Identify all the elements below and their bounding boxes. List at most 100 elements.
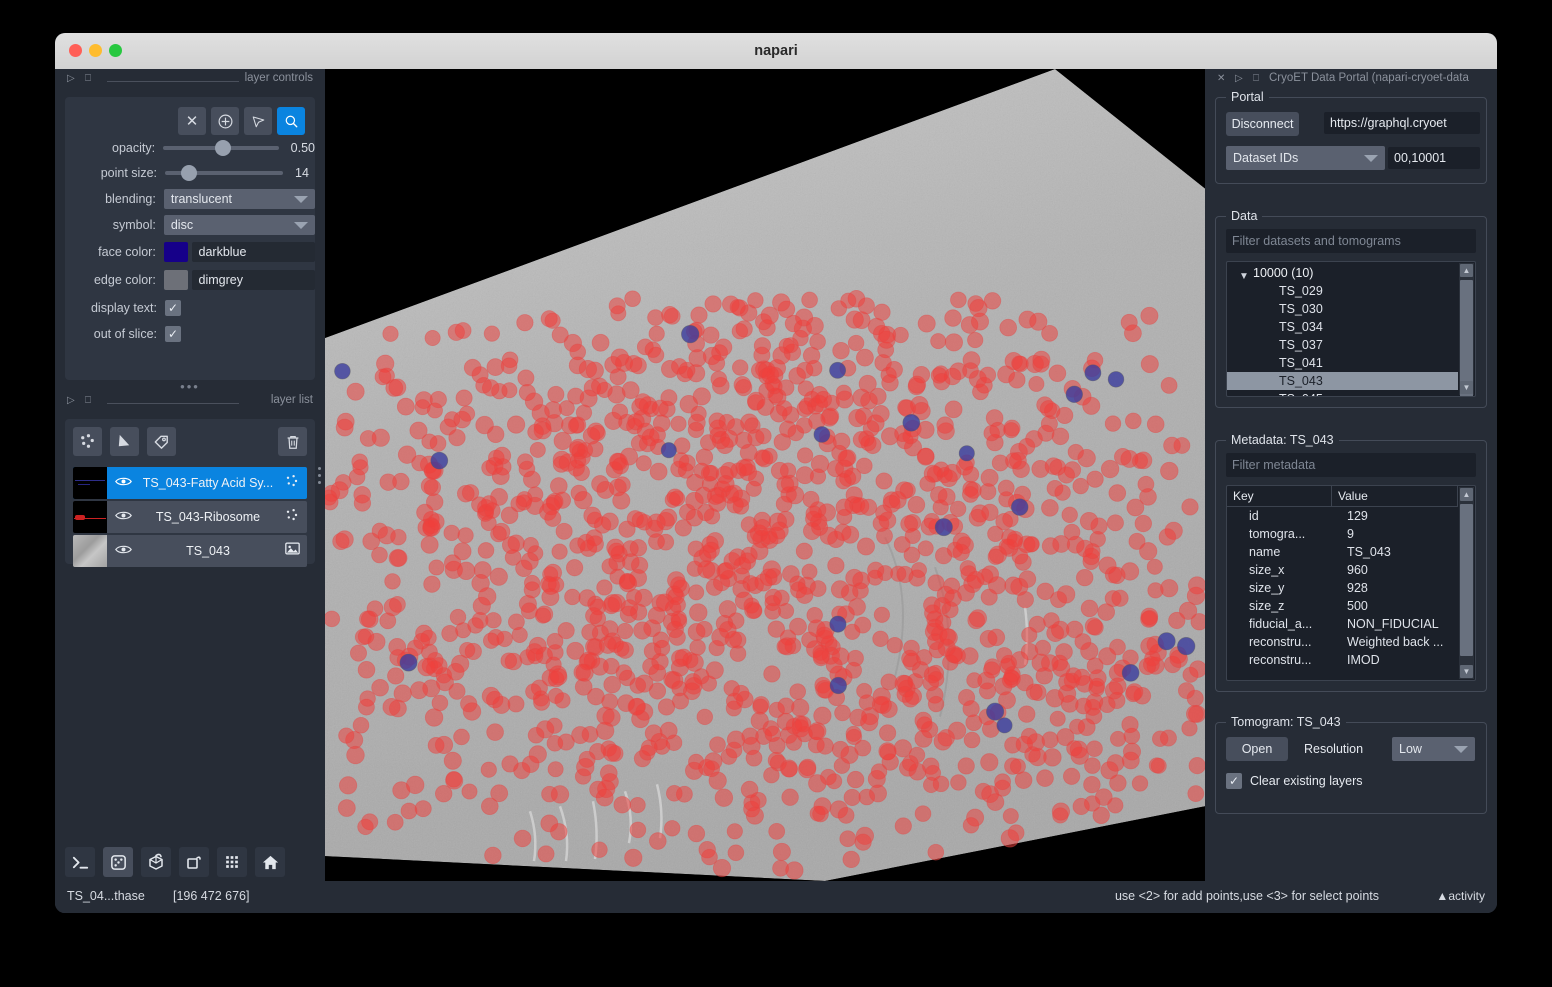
table-row[interactable]: id 129 xyxy=(1227,507,1458,525)
clear-existing-layers-row[interactable]: ✓ Clear existing layers xyxy=(1226,773,1363,789)
point-size-slider-knob[interactable] xyxy=(181,165,197,181)
layer-name-label: TS_043 xyxy=(186,544,230,558)
new-points-layer-button[interactable] xyxy=(73,427,102,456)
viewer-canvas-area[interactable] xyxy=(317,69,1213,881)
table-row[interactable]: reconstru... Weighted back ... xyxy=(1227,633,1458,651)
face-color-swatch[interactable] xyxy=(163,242,188,262)
scrollbar-thumb[interactable] xyxy=(1460,280,1473,396)
delete-layer-button[interactable] xyxy=(278,427,307,456)
tree-item-ts-030[interactable]: TS_030 xyxy=(1227,300,1458,318)
grid-view-button[interactable] xyxy=(217,847,247,877)
scrollbar-thumb[interactable] xyxy=(1460,504,1473,656)
filter-kind-select[interactable]: Dataset IDs xyxy=(1226,146,1385,170)
home-reset-view-button[interactable] xyxy=(255,847,285,877)
portal-group-title: Portal xyxy=(1226,90,1269,104)
roll-dims-icon xyxy=(110,854,126,870)
data-group-title: Data xyxy=(1226,209,1263,223)
table-row[interactable] xyxy=(1227,669,1458,680)
table-row[interactable]: name TS_043 xyxy=(1227,543,1458,561)
scroll-up-icon[interactable]: ▲ xyxy=(1460,264,1473,277)
tree-item-ts-037[interactable]: TS_037 xyxy=(1227,336,1458,354)
disconnect-button[interactable]: Disconnect xyxy=(1226,112,1299,136)
dataset-ids-input[interactable]: 00,10001 xyxy=(1388,147,1480,169)
display-text-checkbox[interactable]: ✓ xyxy=(165,300,181,316)
left-dock: ▷ ⎕ layer controls ✕ opacity: 0.50 point… xyxy=(55,69,325,913)
open-tomogram-button[interactable]: Open xyxy=(1226,737,1288,761)
scroll-down-icon[interactable]: ▼ xyxy=(1460,381,1473,394)
table-row[interactable]: tomogra... 9 xyxy=(1227,525,1458,543)
symbol-select[interactable]: disc xyxy=(163,215,315,235)
float-dock-icon[interactable]: ▷ xyxy=(67,395,75,406)
layer-visibility-icon[interactable] xyxy=(107,543,139,559)
edge-color-input[interactable]: dimgrey xyxy=(191,270,315,290)
data-filter-input[interactable]: Filter datasets and tomograms xyxy=(1226,229,1476,253)
layer-visibility-icon[interactable] xyxy=(107,509,139,525)
tomogram-canvas[interactable] xyxy=(325,69,1205,881)
out-of-slice-checkbox[interactable]: ✓ xyxy=(165,326,181,342)
tree-item-ts-029[interactable]: TS_029 xyxy=(1227,282,1458,300)
dock-resize-grip[interactable]: ••• xyxy=(55,380,325,393)
new-shapes-layer-button[interactable] xyxy=(110,427,139,456)
undock-icon[interactable]: ⎕ xyxy=(85,395,91,406)
dataset-tree-scrollbar[interactable]: ▲ ▼ xyxy=(1459,263,1474,396)
toggle-ndisplay-button[interactable] xyxy=(179,847,209,877)
activity-toggle[interactable]: ▲activity xyxy=(1436,889,1485,903)
select-points-button[interactable] xyxy=(244,107,272,135)
metadata-group-title: Metadata: TS_043 xyxy=(1226,433,1339,447)
metadata-scrollbar[interactable]: ▲ ▼ xyxy=(1459,487,1474,679)
eye-icon xyxy=(114,477,132,486)
layer-row[interactable]: TS_043 xyxy=(73,535,307,567)
metadata-key: size_y xyxy=(1249,581,1285,595)
table-row[interactable]: size_y 928 xyxy=(1227,579,1458,597)
opacity-slider-knob[interactable] xyxy=(215,140,232,156)
chevron-down-icon xyxy=(1454,746,1468,753)
new-labels-layer-button[interactable] xyxy=(147,427,176,456)
tree-item-ts-043[interactable]: TS_043 xyxy=(1227,372,1458,390)
metadata-filter-input[interactable]: Filter metadata xyxy=(1226,453,1476,477)
dataset-tree-root[interactable]: ▼ 10000 (10) xyxy=(1227,264,1458,282)
metadata-table-header: Key Value xyxy=(1227,486,1458,507)
image-icon xyxy=(284,542,300,555)
tree-item-ts-041[interactable]: TS_041 xyxy=(1227,354,1458,372)
status-layer-label: TS_04...thase xyxy=(67,889,145,903)
layer-visibility-icon[interactable] xyxy=(107,475,139,491)
chevron-down-icon[interactable]: ▼ xyxy=(1239,268,1249,286)
scroll-up-icon[interactable]: ▲ xyxy=(1460,488,1473,501)
blending-select[interactable]: translucent xyxy=(163,189,315,209)
table-row[interactable]: size_z 500 xyxy=(1227,597,1458,615)
symbol-value: disc xyxy=(170,218,194,232)
points-mode-toolbar: ✕ xyxy=(178,107,305,135)
point-size-slider[interactable] xyxy=(165,165,283,181)
scroll-down-icon[interactable]: ▼ xyxy=(1460,665,1473,678)
resolution-select[interactable]: Low xyxy=(1392,737,1475,761)
console-button[interactable] xyxy=(65,847,95,877)
table-row[interactable]: size_x 960 xyxy=(1227,561,1458,579)
metadata-value xyxy=(1347,669,1458,680)
clear-existing-layers-checkbox[interactable]: ✓ xyxy=(1226,773,1242,789)
float-dock-icon[interactable]: ▷ xyxy=(1235,73,1243,84)
face-color-input[interactable]: darkblue xyxy=(191,242,315,262)
table-row[interactable]: reconstru... IMOD xyxy=(1227,651,1458,669)
opacity-slider[interactable] xyxy=(163,140,279,156)
delete-selected-points-button[interactable]: ✕ xyxy=(178,107,206,135)
close-icon[interactable]: ✕ xyxy=(1217,73,1225,84)
edge-color-swatch[interactable] xyxy=(163,270,188,290)
metadata-table[interactable]: Key Value id 129 tomogra... 9 name TS_04… xyxy=(1226,485,1476,681)
metadata-col-value[interactable]: Value xyxy=(1332,486,1458,506)
float-dock-icon[interactable]: ▷ xyxy=(67,73,75,84)
metadata-col-key[interactable]: Key xyxy=(1227,486,1332,506)
tree-item-ts-034[interactable]: TS_034 xyxy=(1227,318,1458,336)
add-points-button[interactable] xyxy=(211,107,239,135)
left-dock-splitter[interactable] xyxy=(313,69,325,881)
transpose-dimensions-button[interactable] xyxy=(141,847,171,877)
tree-item-ts-045[interactable]: TS_045 xyxy=(1227,390,1458,396)
undock-icon[interactable]: ⎕ xyxy=(85,73,91,84)
dataset-tree[interactable]: ▼ 10000 (10) TS_029 TS_030 TS_034 TS_037… xyxy=(1226,261,1476,397)
roll-dimensions-button[interactable] xyxy=(103,847,133,877)
layer-row[interactable]: TS_043-Ribosome xyxy=(73,501,307,533)
portal-uri-input[interactable]: https://graphql.cryoet xyxy=(1324,112,1480,134)
pan-zoom-button[interactable] xyxy=(277,107,305,135)
table-row[interactable]: fiducial_a... NON_FIDUCIAL xyxy=(1227,615,1458,633)
undock-icon[interactable]: ⎕ xyxy=(1253,73,1259,84)
layer-row[interactable]: TS_043-Fatty Acid Sy... xyxy=(73,467,307,499)
